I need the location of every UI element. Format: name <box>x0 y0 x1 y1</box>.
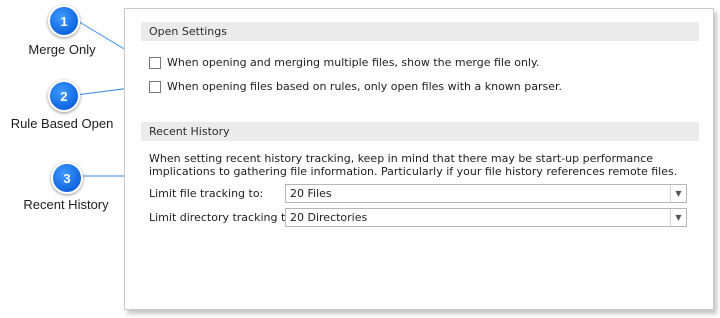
callout-badge-3: 3 <box>51 162 83 194</box>
callout-label-rule-based-open: Rule Based Open <box>10 116 114 131</box>
chevron-down-icon[interactable]: ▼ <box>670 209 686 226</box>
directory-tracking-label: Limit directory tracking to: <box>149 211 296 224</box>
file-tracking-select[interactable]: 20 Files ▼ <box>285 184 687 203</box>
known-parser-checkbox[interactable] <box>149 80 161 93</box>
merge-file-only-checkbox[interactable] <box>149 56 161 69</box>
file-tracking-label: Limit file tracking to: <box>149 187 264 200</box>
merge-file-only-label: When opening and merging multiple files,… <box>167 56 540 69</box>
file-tracking-value: 20 Files <box>290 187 332 200</box>
recent-history-description: When setting recent history tracking, ke… <box>149 152 678 178</box>
directory-tracking-select[interactable]: 20 Directories ▼ <box>285 208 687 227</box>
known-parser-label: When opening files based on rules, only … <box>167 80 563 93</box>
known-parser-option[interactable]: When opening files based on rules, only … <box>149 79 562 94</box>
open-settings-header: Open Settings <box>141 22 699 41</box>
callout-badge-1: 1 <box>48 5 80 37</box>
callout-label-merge-only: Merge Only <box>28 42 96 57</box>
settings-panel: Open Settings When opening and merging m… <box>124 8 714 310</box>
merge-file-only-option[interactable]: When opening and merging multiple files,… <box>149 55 539 70</box>
callout-badge-2: 2 <box>48 80 80 112</box>
chevron-down-icon[interactable]: ▼ <box>670 185 686 202</box>
recent-history-header: Recent History <box>141 122 699 141</box>
directory-tracking-value: 20 Directories <box>290 211 368 224</box>
callout-label-recent-history: Recent History <box>23 197 109 212</box>
